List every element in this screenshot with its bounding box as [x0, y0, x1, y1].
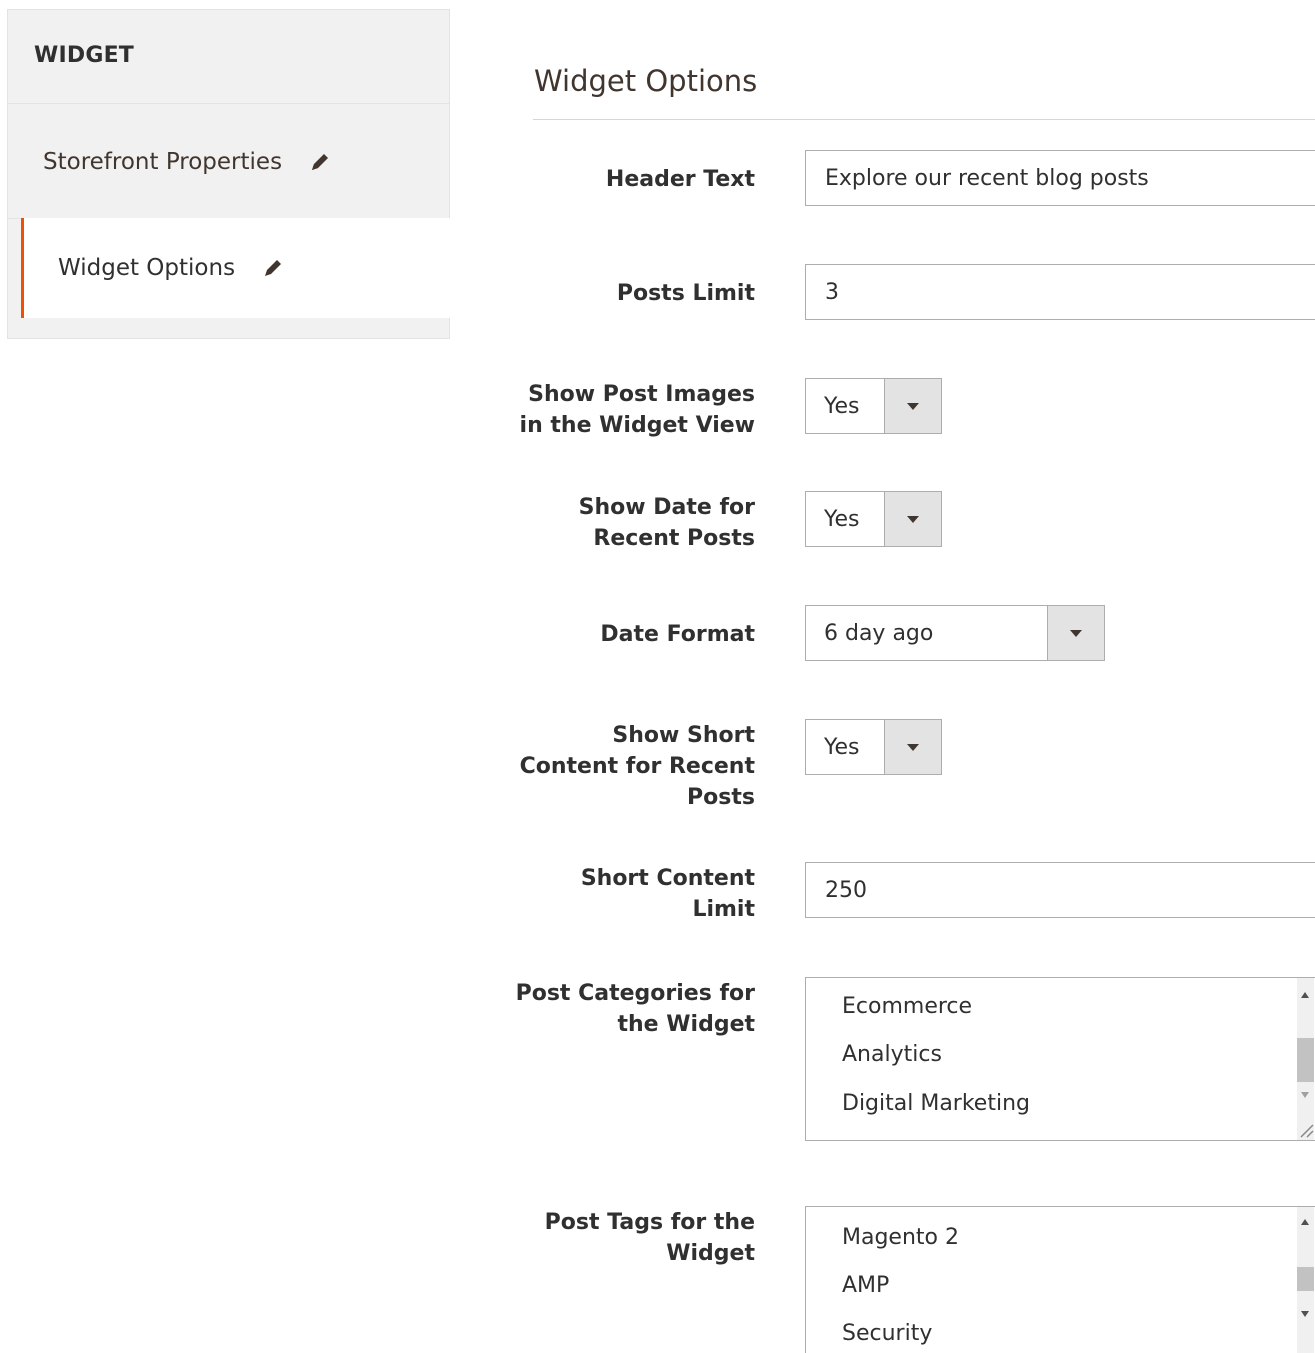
header-text-label: Header Text [605, 167, 755, 192]
list-item[interactable]: Security [842, 1321, 932, 1346]
sidebar-title: WIDGET [8, 10, 449, 104]
list-item[interactable]: AMP [842, 1273, 889, 1298]
resize-handle-icon[interactable] [1297, 1121, 1314, 1138]
label-line: Posts [687, 785, 755, 810]
scroll-up-icon[interactable] [1301, 992, 1309, 998]
pencil-icon [261, 256, 285, 280]
select-value: Yes [824, 506, 860, 532]
show-date-select[interactable]: Yes [805, 491, 942, 547]
label-line: Short Content [580, 866, 755, 891]
section-title: Widget Options [534, 64, 758, 98]
label-line: Limit [692, 897, 755, 922]
label-line: Show Short [612, 723, 755, 748]
chevron-down-icon[interactable] [884, 492, 941, 546]
show-post-images-label: Show Post Images in the Widget View [520, 379, 755, 441]
header-text-input[interactable]: Explore our recent blog posts [805, 150, 1315, 206]
date-format-select[interactable]: 6 day ago [805, 605, 1105, 661]
posts-limit-label: Posts Limit [616, 281, 755, 306]
scroll-down-icon[interactable] [1301, 1311, 1309, 1317]
label-line: Show Date for [578, 495, 755, 520]
label-line: Post Categories for [515, 981, 755, 1006]
show-short-content-label: Show Short Content for Recent Posts [520, 720, 755, 813]
chevron-down-icon[interactable] [884, 720, 941, 774]
list-item[interactable]: Magento 2 [842, 1225, 959, 1250]
label-line: Content for Recent [519, 754, 755, 779]
sidebar-item-label: Storefront Properties [43, 148, 283, 175]
select-value: Yes [824, 393, 860, 419]
sidebar-item-label: Widget Options [58, 255, 236, 281]
scrollbar[interactable] [1297, 1207, 1314, 1353]
select-value: 6 day ago [824, 620, 934, 646]
show-short-content-select[interactable]: Yes [805, 719, 942, 775]
list-item[interactable]: Digital Marketing [842, 1091, 1030, 1116]
label-line: Show Post Images [528, 382, 755, 407]
posts-limit-input[interactable]: 3 [805, 264, 1315, 320]
short-content-limit-label: Short Content Limit [581, 863, 755, 925]
scroll-down-icon[interactable] [1301, 1092, 1309, 1098]
scroll-up-icon[interactable] [1301, 1219, 1309, 1225]
pencil-icon [308, 150, 332, 174]
list-item[interactable]: Ecommerce [842, 994, 972, 1019]
show-post-images-select[interactable]: Yes [805, 378, 942, 434]
label-line: in the Widget View [519, 413, 755, 438]
short-content-limit-input[interactable]: 250 [805, 862, 1315, 918]
label-line: Recent Posts [593, 526, 755, 551]
chevron-down-icon[interactable] [884, 379, 941, 433]
date-format-label: Date Format [600, 622, 755, 647]
list-item[interactable]: Analytics [842, 1042, 942, 1067]
scrollbar[interactable] [1297, 978, 1314, 1140]
select-value: Yes [824, 734, 860, 760]
sidebar-item-storefront-properties[interactable]: Storefront Properties [8, 105, 451, 219]
post-tags-multiselect[interactable]: Magento 2 AMP Security [805, 1206, 1315, 1353]
scrollbar-thumb[interactable] [1297, 1038, 1314, 1082]
label-line: Widget [666, 1241, 755, 1266]
sidebar-item-widget-options[interactable]: Widget Options [21, 218, 451, 318]
post-tags-label: Post Tags for the Widget [545, 1207, 755, 1269]
label-line: Post Tags for the [544, 1210, 755, 1235]
section-divider [533, 119, 1315, 120]
scrollbar-thumb[interactable] [1297, 1267, 1314, 1291]
post-categories-multiselect[interactable]: Ecommerce Analytics Digital Marketing [805, 977, 1315, 1141]
chevron-down-icon[interactable] [1047, 606, 1104, 660]
sidebar: WIDGET Storefront Properties Widget Opti… [7, 9, 451, 339]
label-line: the Widget [617, 1012, 756, 1037]
show-date-label: Show Date for Recent Posts [579, 492, 755, 554]
post-categories-label: Post Categories for the Widget [516, 978, 755, 1040]
